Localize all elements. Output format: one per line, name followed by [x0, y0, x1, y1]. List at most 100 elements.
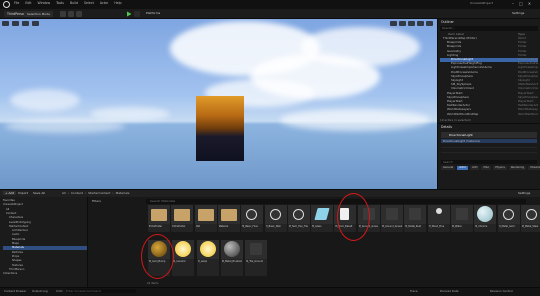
minimize-icon[interactable]: – — [512, 1, 514, 6]
details-tab[interactable]: Actor — [457, 166, 469, 170]
details-tab[interactable]: Streaming — [528, 166, 540, 170]
folder-tree-item[interactable]: Materials — [3, 246, 87, 250]
settings-button[interactable]: Settings — [512, 11, 524, 15]
play-options-icon[interactable] — [134, 11, 140, 17]
folder-tree-item[interactable]: Content — [3, 212, 87, 215]
asset-tile[interactable]: M_Tile_Ground — [245, 240, 268, 276]
outliner-search-input[interactable]: Search... — [440, 26, 538, 31]
outliner-row[interactable]: Lighting Folder — [440, 54, 538, 58]
folder-tree-item[interactable]: Particles — [3, 251, 87, 254]
menu-item[interactable]: Edit — [25, 1, 31, 5]
derived-data-button[interactable]: Derived Data — [440, 289, 459, 293]
asset-tile[interactable]: M_Water — [450, 205, 473, 232]
close-icon[interactable]: ✕ — [528, 1, 531, 6]
folder-tree-item[interactable]: Collections — [3, 272, 87, 275]
asset-tile[interactable]: M_Basic_Floor — [241, 205, 264, 232]
outliner-row[interactable]: Blueprints Folder — [440, 45, 538, 49]
output-log-button[interactable]: Output Log — [32, 289, 48, 293]
asset-tile[interactable]: ExtraFolder — [148, 205, 170, 232]
viewport-menu-icon[interactable] — [2, 21, 9, 26]
asset-tile[interactable]: M_Ceramic — [172, 240, 195, 276]
console-input[interactable]: Enter Console Command — [66, 289, 136, 293]
breadcrumb-item[interactable]: Materials — [116, 191, 130, 195]
outliner-row[interactable]: SkyAtmosphere SkyAtmosphere — [440, 96, 538, 100]
outliner-row[interactable]: Geometry Folder — [440, 50, 538, 54]
content-settings-button[interactable]: Settings — [518, 191, 530, 195]
outliner-row[interactable]: VolumetricCloud VolumetricCloud — [440, 87, 538, 91]
outliner-row[interactable]: Blueprints Folder — [440, 41, 538, 45]
details-tab[interactable]: Misc — [481, 166, 492, 170]
asset-tile[interactable]: M_Metal_Gold — [497, 205, 520, 232]
outliner-row[interactable]: DirectionalLight DirectionalLight — [440, 58, 538, 62]
folder-tree-item[interactable]: Shapes — [3, 259, 87, 262]
menu-item[interactable]: Window — [38, 1, 51, 5]
unreal-logo-icon[interactable] — [3, 1, 10, 8]
folder-tree-item[interactable]: Architecture — [3, 229, 87, 232]
menu-item[interactable]: File — [14, 1, 19, 5]
folder-tree-item[interactable]: All — [3, 208, 87, 211]
folder-tree-item[interactable]: StarterContent — [3, 225, 87, 228]
menu-item[interactable]: Help — [114, 1, 121, 5]
menu-item[interactable]: Actor — [100, 1, 108, 5]
grid-snap-icon[interactable] — [417, 21, 424, 26]
folder-tree-item[interactable]: ThirdPerson — [3, 268, 87, 271]
asset-tile[interactable]: M_Glass — [311, 205, 334, 232]
outliner-row[interactable]: SM_SkySphere StaticMeshActor — [440, 83, 538, 87]
asset-tile[interactable]: M_Basic_Wall — [264, 205, 287, 232]
maximize-icon[interactable]: □ — [519, 1, 523, 6]
translate-icon[interactable] — [390, 21, 397, 26]
platforms-button[interactable]: Platforms — [146, 11, 160, 15]
outliner-row[interactable]: WorldPartitionMiniMap WorldPartitionMiniM… — [440, 113, 538, 117]
play-icon[interactable] — [126, 11, 132, 17]
blueprint-icon[interactable] — [68, 11, 74, 17]
details-search-input[interactable]: Search — [441, 160, 537, 164]
scale-icon[interactable] — [408, 21, 415, 26]
asset-tile[interactable]: M_Metal_Steel — [520, 205, 540, 232]
menu-item[interactable]: Tools — [56, 1, 64, 5]
outliner-col-type[interactable]: Type — [518, 32, 525, 36]
folder-tree-item[interactable]: Characters — [3, 216, 87, 219]
outliner-row[interactable]: PlayerStart PlayerStart — [440, 100, 538, 104]
details-tab[interactable]: Rendering — [508, 166, 527, 170]
outliner-row[interactable]: TextRenderActor TextRenderActor — [440, 104, 538, 108]
asset-tile[interactable]: Mat — [194, 205, 217, 232]
asset-search-input[interactable]: Search Materials — [146, 199, 526, 204]
material-preview-mesh[interactable] — [196, 96, 244, 161]
import-button[interactable]: Import — [18, 191, 28, 195]
lit-button[interactable] — [22, 21, 29, 26]
details-tab[interactable]: Physics — [493, 166, 507, 170]
menu-item[interactable]: Select — [84, 1, 94, 5]
breadcrumb-item[interactable]: StarterContent — [88, 191, 110, 195]
trace-button[interactable]: Trace — [410, 289, 417, 293]
cmd-button[interactable]: Cmd — [56, 289, 62, 293]
asset-tile[interactable]: M_Metal_Rust — [404, 205, 427, 232]
content-drawer-button[interactable]: Content Drawer — [4, 289, 26, 293]
save-icon[interactable] — [60, 11, 66, 17]
outliner-row[interactable]: PostProcessVolume PostProcessVolume — [440, 71, 538, 75]
details-actor-name[interactable]: DirectionalLight — [441, 132, 537, 138]
breadcrumb-item[interactable]: All — [62, 191, 66, 195]
outliner-row[interactable]: SkyLight SkyLight — [440, 79, 538, 83]
folder-tree-item[interactable]: LevelPrototyping — [3, 221, 87, 224]
folder-tree-item[interactable]: Blueprints — [3, 238, 87, 241]
asset-tile[interactable]: Material — [217, 205, 240, 232]
folder-tree-item[interactable]: Textures — [3, 264, 87, 267]
outliner-row[interactable]: LightmassImportanceVolume LightmassImport… — [440, 66, 538, 70]
breadcrumb-item[interactable]: Content — [71, 191, 83, 195]
selection-mode-dropdown[interactable]: Selection Mode — [24, 11, 53, 17]
folder-tree-item[interactable]: Props — [3, 255, 87, 258]
asset-tile[interactable]: M_Chrome — [474, 205, 497, 232]
revision-control-button[interactable]: Revision Control — [490, 289, 513, 293]
folder-tree-item[interactable]: Audio — [3, 233, 87, 236]
cinematics-icon[interactable] — [76, 11, 82, 17]
asset-tile[interactable]: ExtraFolder — [171, 205, 194, 232]
rotate-icon[interactable] — [399, 21, 406, 26]
menu-item[interactable]: Build — [70, 1, 78, 5]
save-all-button[interactable]: Save All — [33, 191, 45, 195]
asset-tile[interactable]: M_Tech_Hex_Tile — [287, 205, 310, 232]
asset-tile[interactable]: M_Ground_Gravel — [381, 205, 403, 232]
asset-tile[interactable]: M_Lamp — [196, 240, 219, 276]
add-button[interactable]: + Add — [3, 191, 17, 195]
folder-tree-item[interactable]: Maps — [3, 242, 87, 245]
outliner-row[interactable]: ExponentialHeightFog ExponentialHeightFog — [440, 62, 538, 66]
